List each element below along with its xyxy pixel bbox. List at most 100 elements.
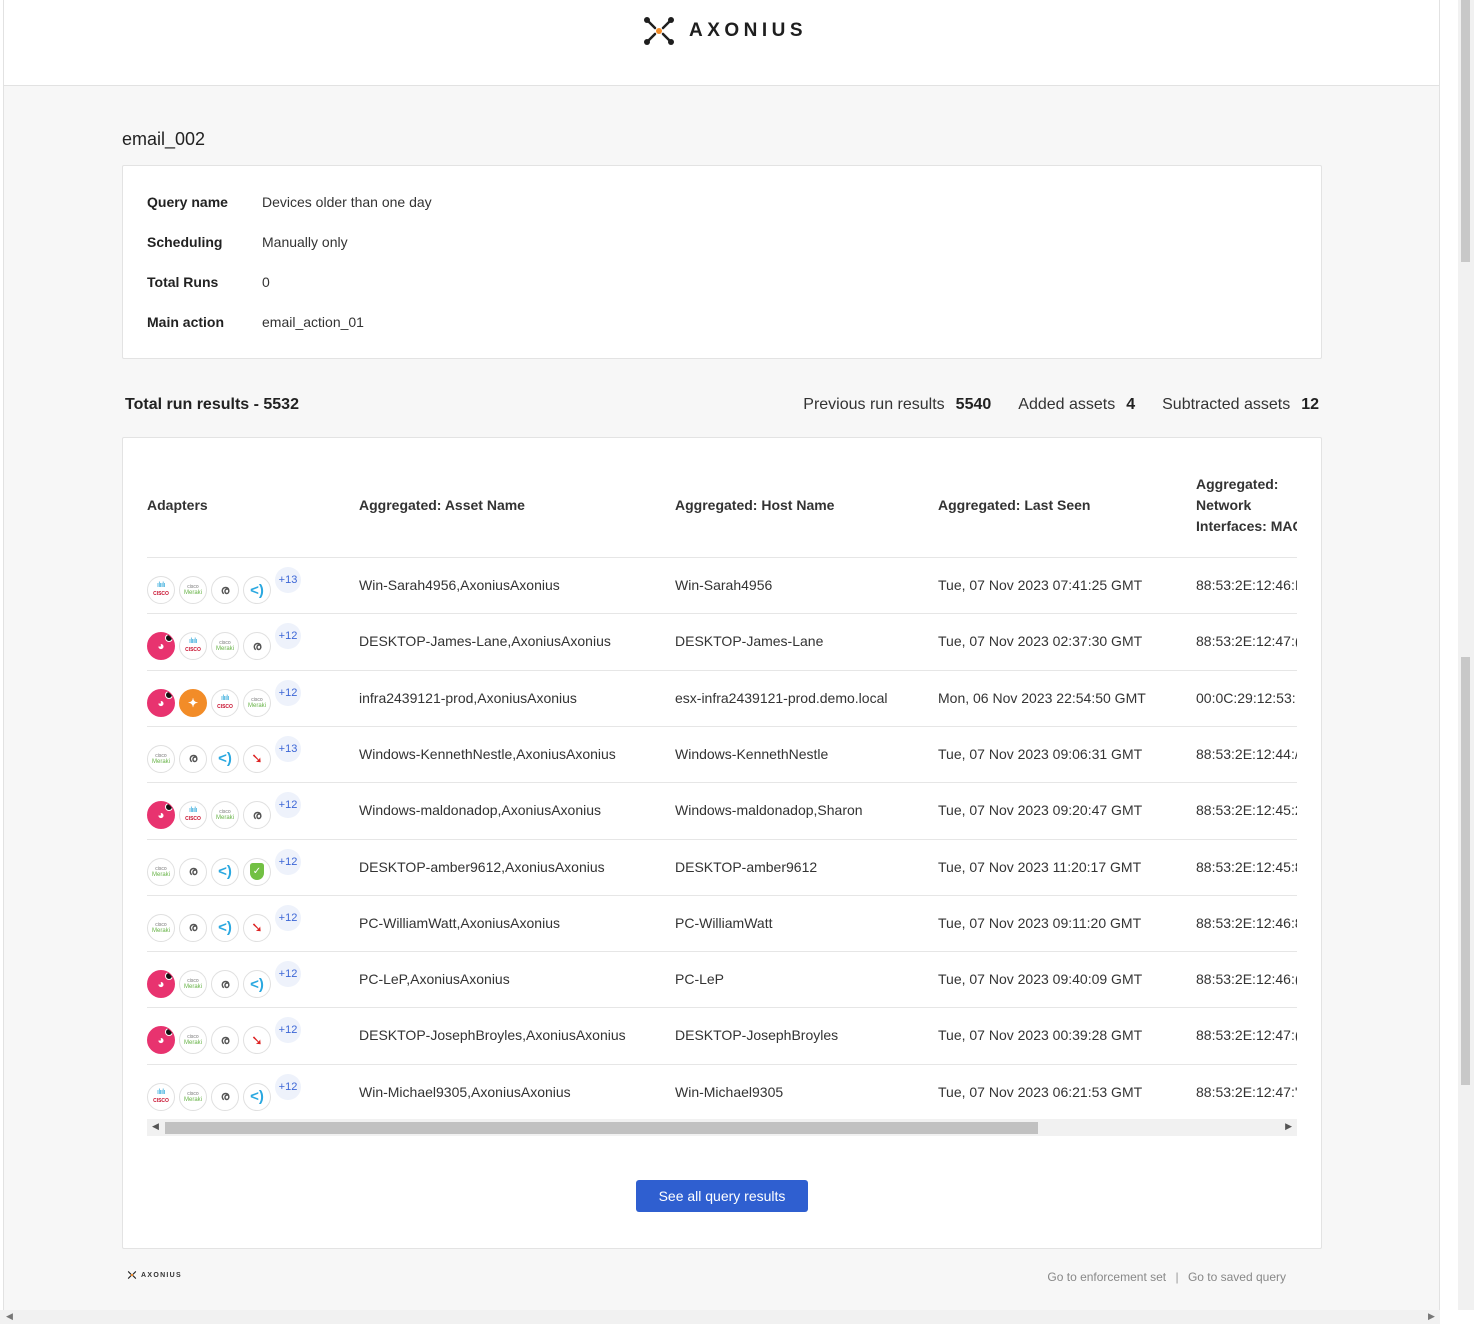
more-adapters-badge[interactable]: +12 [275,904,301,931]
footer-logo: AXONIUS [127,1270,182,1280]
asset-name-cell: Windows-maldonadop,AxoniusAxonius [359,802,602,819]
report-header: AXONIUS [4,0,1439,86]
page-title: email_002 [122,129,206,149]
column-header-host-name[interactable]: Aggregated: Host Name [675,495,834,516]
table-row[interactable]: ര<)➘+13 Windows-KennethNestle,AxoniusAxon… [147,725,1297,783]
more-adapters-badge[interactable]: +13 [275,567,301,593]
cisco-adapter-icon [147,1082,175,1111]
more-adapters-badge[interactable]: +12 [275,1017,301,1044]
pink-adapter-icon: ◕ [147,801,175,830]
enforcement-info-card: Query name Devices older than one day Sc… [122,165,1322,359]
brand-name: AXONIUS [689,20,808,41]
scrollbar-thumb[interactable] [1461,657,1470,1085]
table-row[interactable]: ര<)+12 Win-Michael9305,AxoniusAxonius Win-… [147,1063,1297,1121]
table-row[interactable]: ◕ ര+12 DESKTOP-James-Lane,AxoniusAxonius DE… [147,613,1297,670]
results-table: Adapters Aggregated: Asset Name Aggregat… [147,438,1297,1138]
last-seen-cell: Mon, 06 Nov 2023 22:54:50 GMT [938,689,1146,706]
table-row[interactable]: ര<)+13 Win-Sarah4956,AxoniusAxonius Win-Sa… [147,557,1297,614]
table-row[interactable]: ◕ ര➘+12 DESKTOP-JosephBroyles,AxoniusAxoni… [147,1007,1297,1064]
scroll-right-icon[interactable]: ▶ [1285,1121,1292,1132]
adapter-icons: ◕ ര+12 [147,792,301,830]
more-adapters-badge[interactable]: +12 [275,679,301,706]
more-adapters-badge[interactable]: +12 [275,792,301,819]
go-to-saved-query-link[interactable]: Go to saved query [1188,1270,1286,1284]
bracket-adapter-icon: <) [211,857,239,886]
host-name-cell: DESKTOP-James-Lane [675,633,824,650]
info-label: Total Runs [147,274,219,290]
table-row[interactable]: ര<)✓+12 DESKTOP-amber9612,AxoniusAxonius D… [147,838,1297,896]
more-adapters-badge[interactable]: +13 [275,735,301,762]
table-row[interactable]: ര<)➘+12 PC-WilliamWatt,AxoniusAxonius PC-W… [147,894,1297,952]
more-adapters-badge[interactable]: +12 [275,1073,301,1100]
asset-name-cell: PC-WilliamWatt,AxoniusAxonius [359,914,560,931]
meraki-adapter-icon [211,632,239,661]
pink-adapter-icon: ◕ [147,1026,175,1055]
red-adapter-icon: ➘ [243,913,271,942]
scroll-right-icon[interactable]: ▶ [1428,1311,1435,1322]
gray-adapter-icon: ര [179,857,207,886]
column-header-adapters[interactable]: Adapters [147,495,208,516]
scroll-left-icon[interactable]: ◀ [152,1121,159,1132]
info-label: Query name [147,194,228,210]
mac-address-cell: 88:53:2E:12:45:2 [1196,802,1297,819]
more-adapters-badge[interactable]: +12 [275,961,301,988]
adapter-icons: ◕✦ +12 [147,679,301,717]
info-value: Manually only [262,234,348,250]
scroll-left-icon[interactable]: ◀ [6,1311,13,1322]
last-seen-cell: Tue, 07 Nov 2023 06:21:53 GMT [938,1083,1143,1100]
axonius-logo: AXONIUS [642,15,807,47]
gray-adapter-icon: ര [243,801,271,830]
table-horizontal-scrollbar[interactable]: ◀ ▶ [147,1119,1297,1136]
previous-run-label: Previous run results [803,396,945,413]
more-adapters-badge[interactable]: +12 [275,623,301,650]
column-header-last-seen[interactable]: Aggregated: Last Seen [938,495,1090,516]
mac-address-cell: 00:0C:29:12:53: [1196,689,1296,706]
bracket-adapter-icon: <) [243,970,271,999]
gray-adapter-icon: ര [179,744,207,773]
last-seen-cell: Tue, 07 Nov 2023 07:41:25 GMT [938,577,1143,593]
page-horizontal-scrollbar[interactable]: ◀ ▶ [0,1310,1440,1324]
red-adapter-icon: ➘ [243,1026,271,1055]
meraki-adapter-icon [147,744,175,773]
subtracted-assets-label: Subtracted assets [1162,396,1291,413]
column-header-mac[interactable]: Aggregated: Network Interfaces: MAC [1196,474,1297,537]
gray-adapter-icon: ര [211,576,239,604]
last-seen-cell: Tue, 07 Nov 2023 09:40:09 GMT [938,971,1143,988]
results-table-card: Adapters Aggregated: Asset Name Aggregat… [122,437,1322,1249]
gray-adapter-icon: ര [211,1026,239,1055]
gray-adapter-icon: ര [211,1082,239,1111]
info-label: Main action [147,314,225,330]
scrollbar-thumb[interactable] [165,1122,1038,1134]
asset-name-cell: DESKTOP-amber9612,AxoniusAxonius [359,858,605,875]
adapter-icons: ര<)➘+13 [147,735,301,773]
scrollbar-thumb[interactable] [1461,0,1470,262]
meraki-adapter-icon [147,913,175,942]
see-all-query-results-button[interactable]: See all query results [636,1180,808,1212]
last-seen-cell: Tue, 07 Nov 2023 09:11:20 GMT [938,914,1142,931]
table-row[interactable]: ◕ ര+12 Windows-maldonadop,AxoniusAxonius Wi… [147,782,1297,839]
orange-adapter-icon: ✦ [179,688,207,717]
last-seen-cell: Tue, 07 Nov 2023 11:20:17 GMT [938,858,1142,875]
run-stats: Previous run results 5540 Added assets 4… [776,396,1319,414]
footer-brand-name: AXONIUS [141,1271,182,1279]
adapter-icons: ര<)➘+12 [147,904,301,942]
page-vertical-scrollbar[interactable] [1458,0,1474,1310]
host-name-cell: Win-Michael9305 [675,1083,784,1100]
asset-name-cell: PC-LeP,AxoniusAxonius [359,971,510,988]
last-seen-cell: Tue, 07 Nov 2023 09:20:47 GMT [938,802,1143,819]
adapter-icons: ◕ ര+12 [147,623,301,661]
more-adapters-badge[interactable]: +12 [275,848,301,875]
subtracted-assets-value: 12 [1301,396,1319,413]
table-row[interactable]: ◕ ര<)+12 PC-LeP,AxoniusAxonius PC-LeP Tue, 0… [147,951,1297,1008]
table-row[interactable]: ◕✦ +12 infra2439121-prod,AxoniusAxonius esx… [147,669,1297,727]
footer-links: Go to enforcement set | Go to saved quer… [1047,1270,1286,1284]
info-value: email_action_01 [262,314,364,330]
host-name-cell: DESKTOP-amber9612 [675,858,818,875]
go-to-enforcement-set-link[interactable]: Go to enforcement set [1047,1270,1166,1284]
info-label: Scheduling [147,234,223,250]
adapter-icons: ര<)+13 [147,567,301,604]
asset-name-cell: Win-Michael9305,AxoniusAxonius [359,1083,571,1100]
pink-adapter-icon: ◕ [147,688,175,717]
column-header-asset-name[interactable]: Aggregated: Asset Name [359,495,525,516]
meraki-adapter-icon [179,1026,207,1055]
